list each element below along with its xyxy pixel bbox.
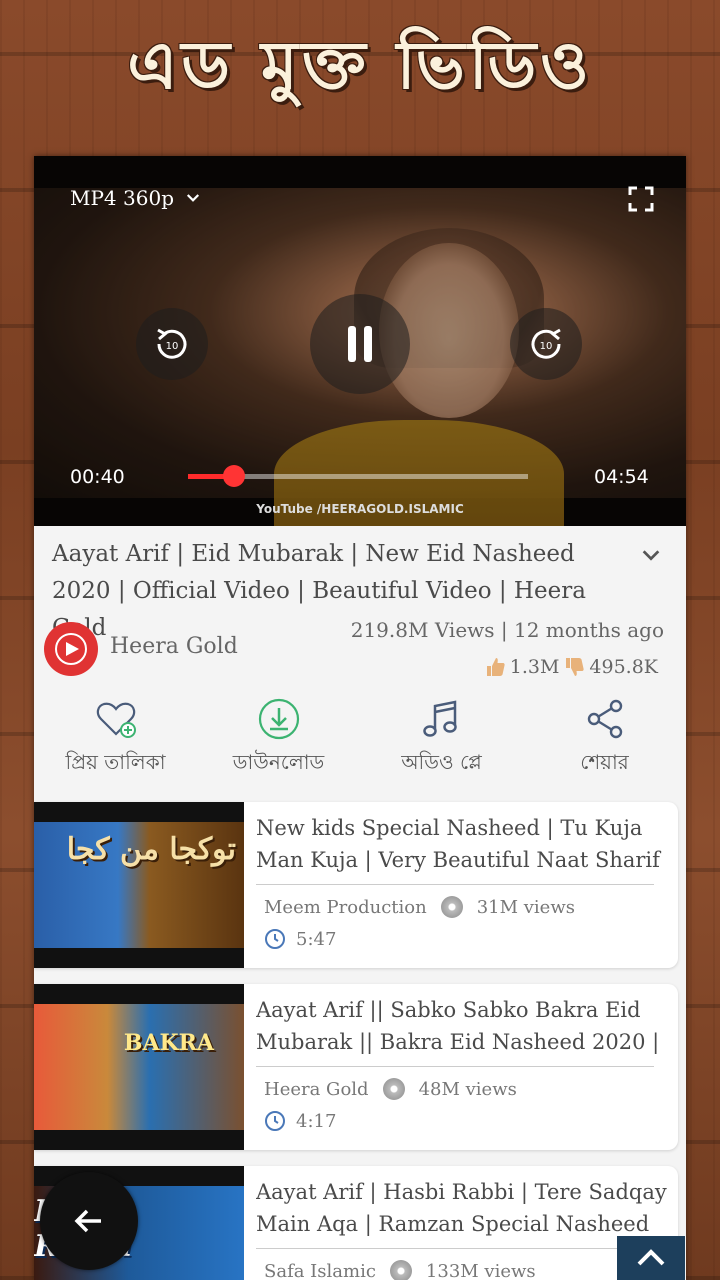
download-label: ডাউনলোড (232, 750, 325, 774)
views-disc-icon (389, 1260, 412, 1280)
svg-text:10: 10 (540, 341, 553, 352)
related-video-duration: 4:17 (264, 1110, 336, 1132)
back-button[interactable] (40, 1172, 138, 1270)
related-video-item[interactable]: توکجا من کجا New kids Special Nasheed | … (34, 802, 678, 968)
current-time: 00:40 (70, 466, 125, 488)
favorite-button[interactable]: প্রিয় তালিকা (34, 696, 197, 786)
music-note-icon (422, 700, 457, 737)
pause-icon (348, 326, 372, 362)
card-divider (256, 1066, 654, 1067)
thumbnail-text: توکجا من کجا (66, 832, 236, 867)
related-video-views: 133M views (425, 1260, 536, 1280)
duration-text: 4:17 (296, 1110, 337, 1132)
video-watermark: YouTube /HEERAGOLD.ISLAMIC (256, 502, 464, 516)
action-bar: প্রিয় তালিকা ডাউনলোড অডিও প্লে শেয়ার (34, 696, 686, 786)
channel-avatar[interactable] (44, 622, 98, 676)
forward-10-button[interactable]: 10 (510, 308, 582, 380)
related-video-channel: Heera Gold (264, 1078, 369, 1100)
related-video-title: Aayat Arif || Sabko Sabko Bakra Eid Muba… (256, 998, 660, 1054)
related-video-title: Aayat Arif | Hasbi Rabbi | Tere Sadqay M… (256, 1180, 667, 1236)
duration-text: 5:47 (296, 928, 337, 950)
arrow-left-icon (74, 1209, 101, 1233)
related-video-meta: Heera Gold 48M views (264, 1078, 517, 1100)
chevron-down-icon (186, 194, 200, 202)
related-video-channel: Safa Islamic (264, 1260, 376, 1280)
related-video-meta: Meem Production 31M views (264, 896, 575, 918)
rewind-10-button[interactable]: 10 (136, 308, 208, 380)
like-dislike-counts: 1.3M 495.8K (484, 656, 658, 678)
heart-add-icon (96, 702, 136, 738)
views-disc-icon (382, 1078, 405, 1100)
pause-button[interactable] (310, 294, 410, 394)
rewind-10-icon: 10 (157, 328, 187, 359)
banner-title: এড মুক্ত ভিডিও (127, 27, 593, 104)
channel-name[interactable]: Heera Gold (110, 634, 238, 659)
seek-bar[interactable] (188, 465, 528, 487)
forward-10-icon: 10 (531, 328, 561, 359)
fullscreen-icon[interactable] (628, 186, 654, 212)
quality-label: MP4 360p (70, 186, 174, 210)
clock-icon (265, 929, 285, 949)
audio-play-label: অডিও প্লে (401, 750, 482, 774)
related-video-meta: Safa Islamic 133M views (264, 1260, 536, 1280)
card-divider (256, 1248, 654, 1249)
play-logo-icon (55, 633, 87, 665)
related-video-channel: Meem Production (264, 896, 427, 918)
related-video-duration: 5:47 (264, 928, 336, 950)
download-icon (258, 698, 299, 740)
related-video-title: New kids Special Nasheed | Tu Kuja Man K… (256, 816, 660, 872)
thumbnail-text: BAKRA (123, 1030, 214, 1056)
total-duration: 04:54 (594, 466, 649, 488)
thumbnail-image (34, 1004, 244, 1130)
related-video-item[interactable]: BAKRA Aayat Arif || Sabko Sabko Bakra Ei… (34, 984, 678, 1150)
share-label: শেয়ার (580, 750, 629, 774)
views-and-date: 219.8M Views | 12 months ago (350, 618, 664, 642)
video-thumbnail[interactable]: BAKRA (34, 984, 244, 1150)
audio-play-button[interactable]: অডিও প্লে (360, 696, 523, 786)
main-panel: MP4 360p 10 10 00:40 04:54 YouTube /HEER… (34, 156, 686, 1280)
related-video-views: 31M views (476, 896, 575, 918)
share-icon (587, 699, 622, 739)
favorite-label: প্রিয় তালিকা (65, 750, 166, 774)
dislike-count: 495.8K (589, 656, 658, 678)
related-video-views: 48M views (418, 1078, 517, 1100)
video-player[interactable]: MP4 360p 10 10 00:40 04:54 YouTube /HEER… (34, 156, 686, 526)
expand-description-icon[interactable] (640, 544, 662, 566)
svg-text:10: 10 (166, 341, 179, 352)
quality-selector[interactable]: MP4 360p (70, 186, 202, 210)
like-count: 1.3M (509, 656, 560, 678)
download-button[interactable]: ডাউনলোড (197, 696, 360, 786)
thumbs-down-icon[interactable] (563, 656, 585, 678)
chevron-up-icon (637, 1249, 665, 1266)
views-disc-icon (440, 896, 463, 918)
thumbs-up-icon[interactable] (484, 656, 506, 678)
app-banner: এড মুক্ত ভিডিও (0, 0, 720, 140)
share-button[interactable]: শেয়ার (523, 696, 686, 786)
clock-icon (265, 1111, 285, 1131)
scroll-top-button[interactable] (617, 1236, 685, 1280)
video-thumbnail[interactable]: توکجا من کجا (34, 802, 244, 968)
card-divider (256, 884, 654, 885)
